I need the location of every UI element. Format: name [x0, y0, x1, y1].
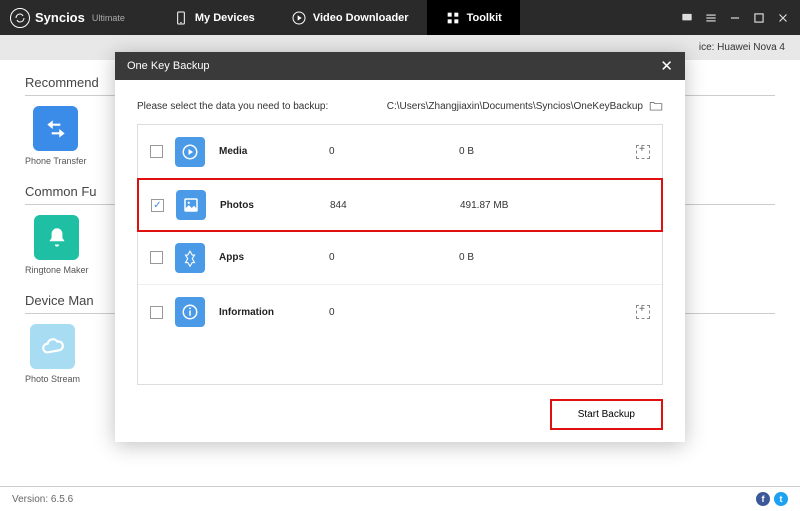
- tab-toolkit[interactable]: Toolkit: [427, 0, 520, 35]
- row-information[interactable]: Information 0: [138, 285, 662, 339]
- chat-icon[interactable]: [680, 11, 694, 25]
- modal-title: One Key Backup: [127, 60, 210, 72]
- app-logo: Syncios Ultimate: [10, 8, 125, 28]
- checkbox-media[interactable]: [150, 145, 163, 158]
- tab-my-devices[interactable]: My Devices: [155, 0, 273, 35]
- apps-icon: [175, 243, 205, 273]
- photos-icon: [176, 190, 206, 220]
- modal-close-icon[interactable]: ✕: [660, 57, 673, 75]
- row-photos[interactable]: Photos 844 491.87 MB: [137, 178, 663, 232]
- close-icon[interactable]: [776, 11, 790, 25]
- twitter-icon[interactable]: t: [774, 492, 788, 506]
- nav-tabs: My Devices Video Downloader Toolkit: [155, 0, 520, 35]
- backup-path-text: C:\Users\Zhangjiaxin\Documents\Syncios\O…: [387, 101, 643, 112]
- row-name: Apps: [219, 252, 329, 263]
- row-apps[interactable]: Apps 0 0 B: [138, 231, 662, 285]
- bell-icon: [34, 215, 79, 260]
- row-count: 0: [329, 146, 459, 157]
- media-icon: [175, 137, 205, 167]
- social-links: f t: [756, 492, 788, 506]
- modal-prompt: Please select the data you need to backu…: [137, 101, 328, 112]
- checkbox-photos[interactable]: [151, 199, 164, 212]
- item-label: Ringtone Maker: [25, 265, 89, 275]
- info-icon: [175, 297, 205, 327]
- app-name: Syncios: [35, 10, 85, 25]
- item-ringtone-maker[interactable]: Ringtone Maker: [25, 215, 89, 275]
- row-count: 0: [329, 307, 459, 318]
- row-size: 0 B: [459, 146, 636, 157]
- row-name: Media: [219, 146, 329, 157]
- device-label: ice: Huawei Nova 4: [699, 42, 785, 53]
- facebook-icon[interactable]: f: [756, 492, 770, 506]
- start-backup-label: Start Backup: [578, 409, 635, 420]
- modal-header: One Key Backup ✕: [115, 52, 685, 80]
- start-backup-button[interactable]: Start Backup: [550, 399, 663, 430]
- row-name: Photos: [220, 200, 330, 211]
- row-size: 491.87 MB: [460, 200, 649, 211]
- status-bar: Version: 6.5.6 f t: [0, 486, 800, 511]
- menu-icon[interactable]: [704, 11, 718, 25]
- folder-icon: [649, 100, 663, 112]
- item-phone-transfer[interactable]: Phone Transfer: [25, 106, 87, 166]
- item-photo-stream[interactable]: Photo Stream: [25, 324, 80, 384]
- syncios-logo-icon: [10, 8, 30, 28]
- transfer-icon: [33, 106, 78, 151]
- row-size: 0 B: [459, 252, 650, 263]
- tab-label: Video Downloader: [313, 12, 409, 24]
- window-controls: [680, 11, 790, 25]
- checkbox-information[interactable]: [150, 306, 163, 319]
- row-count: 0: [329, 252, 459, 263]
- checkbox-apps[interactable]: [150, 251, 163, 264]
- expand-icon[interactable]: [636, 145, 650, 159]
- minimize-icon[interactable]: [728, 11, 742, 25]
- row-media[interactable]: Media 0 0 B: [138, 125, 662, 179]
- cloud-icon: [30, 324, 75, 369]
- tab-label: My Devices: [195, 12, 255, 24]
- maximize-icon[interactable]: [752, 11, 766, 25]
- item-label: Photo Stream: [25, 374, 80, 384]
- tab-video-downloader[interactable]: Video Downloader: [273, 0, 427, 35]
- item-label: Phone Transfer: [25, 156, 87, 166]
- titlebar: Syncios Ultimate My Devices Video Downlo…: [0, 0, 800, 35]
- row-name: Information: [219, 307, 329, 318]
- backup-path[interactable]: C:\Users\Zhangjiaxin\Documents\Syncios\O…: [387, 100, 663, 112]
- backup-data-list: Media 0 0 B Photos 844 491.87 MB Apps 0 …: [137, 124, 663, 385]
- row-count: 844: [330, 200, 460, 211]
- expand-icon[interactable]: [636, 305, 650, 319]
- one-key-backup-modal: One Key Backup ✕ Please select the data …: [115, 52, 685, 442]
- app-edition: Ultimate: [92, 13, 125, 23]
- tab-label: Toolkit: [467, 12, 502, 24]
- version-label: Version: 6.5.6: [12, 494, 73, 505]
